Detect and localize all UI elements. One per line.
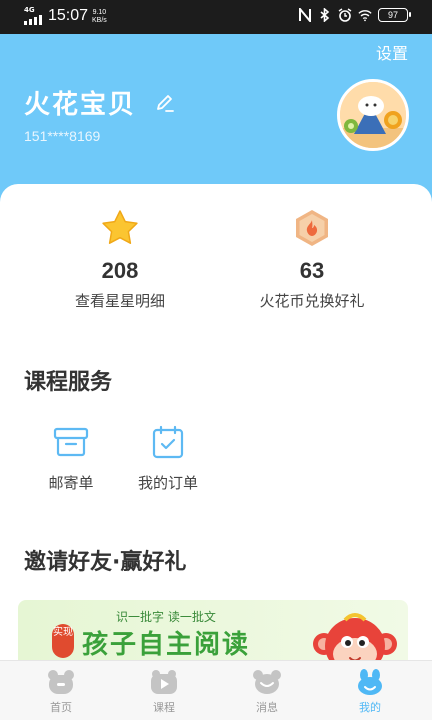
network-speed-unit: KB/s bbox=[92, 17, 107, 24]
course-services-title: 课程服务 bbox=[24, 370, 113, 395]
network-type: 4G bbox=[24, 6, 35, 14]
home-bear-icon bbox=[47, 669, 75, 695]
coins-stat[interactable]: 63 火花币兑换好礼 bbox=[204, 208, 420, 311]
shipping-list-label: 邮寄单 bbox=[48, 474, 94, 492]
username: 火花宝贝 bbox=[24, 90, 137, 120]
status-bar: 4G 15:07 9.10 KB/s 97 bbox=[0, 0, 432, 34]
bottom-tab-bar: 首页 课程 消息 我的 bbox=[0, 660, 432, 720]
coins-count: 63 bbox=[299, 258, 325, 283]
tab-home[interactable]: 首页 bbox=[21, 669, 101, 715]
profile-header: 设置 火花宝贝 151****8169 bbox=[0, 34, 432, 204]
battery-icon: 97 bbox=[378, 8, 411, 22]
shipping-list-button[interactable]: 邮寄单 bbox=[26, 424, 116, 493]
invite-title: 邀请好友·赢好礼 bbox=[24, 550, 187, 575]
phone-number: 151****8169 bbox=[24, 128, 101, 144]
wifi-icon bbox=[358, 8, 372, 22]
banner-seal: 实现 bbox=[52, 624, 74, 658]
spark-coin-icon bbox=[292, 208, 332, 248]
stars-count: 208 bbox=[101, 258, 139, 283]
star-icon bbox=[100, 208, 140, 248]
bluetooth-icon bbox=[318, 8, 332, 22]
status-time: 15:07 bbox=[48, 7, 89, 24]
tab-mine-label: 我的 bbox=[359, 701, 381, 714]
network-speed: 9.10 KB/s bbox=[92, 9, 107, 25]
tab-courses[interactable]: 课程 bbox=[124, 669, 204, 715]
my-orders-label: 我的订单 bbox=[137, 474, 198, 492]
stars-stat[interactable]: 208 查看星星明细 bbox=[12, 208, 228, 311]
edit-name-icon[interactable] bbox=[154, 92, 176, 114]
tab-messages[interactable]: 消息 bbox=[227, 669, 307, 715]
network-speed-value: 9.10 bbox=[92, 9, 107, 16]
box-icon bbox=[53, 424, 89, 460]
my-orders-button[interactable]: 我的订单 bbox=[123, 424, 213, 493]
avatar[interactable] bbox=[337, 79, 409, 151]
stars-detail-label: 查看星星明细 bbox=[74, 292, 165, 310]
alarm-icon bbox=[338, 8, 352, 22]
tab-courses-label: 课程 bbox=[153, 701, 175, 714]
message-bear-icon bbox=[253, 669, 281, 695]
mine-bunny-icon bbox=[356, 669, 384, 695]
course-play-icon bbox=[150, 669, 178, 695]
profile-card: 208 查看星星明细 63 火花币兑换好礼 课程服务 邮寄单 我的订单 邀请好友… bbox=[0, 184, 432, 670]
order-check-icon bbox=[150, 424, 186, 460]
tab-messages-label: 消息 bbox=[256, 701, 278, 714]
banner-title: 孩子自主阅读 bbox=[82, 630, 251, 660]
settings-button[interactable]: 设置 bbox=[376, 40, 408, 64]
nfc-icon bbox=[298, 8, 312, 22]
banner-subtitle: 识一批字 读一批文 bbox=[116, 610, 216, 624]
cellular-signal-icon: 4G bbox=[24, 6, 44, 25]
tab-mine[interactable]: 我的 bbox=[330, 669, 410, 715]
coins-exchange-label: 火花币兑换好礼 bbox=[259, 292, 365, 310]
tab-home-label: 首页 bbox=[50, 701, 72, 714]
